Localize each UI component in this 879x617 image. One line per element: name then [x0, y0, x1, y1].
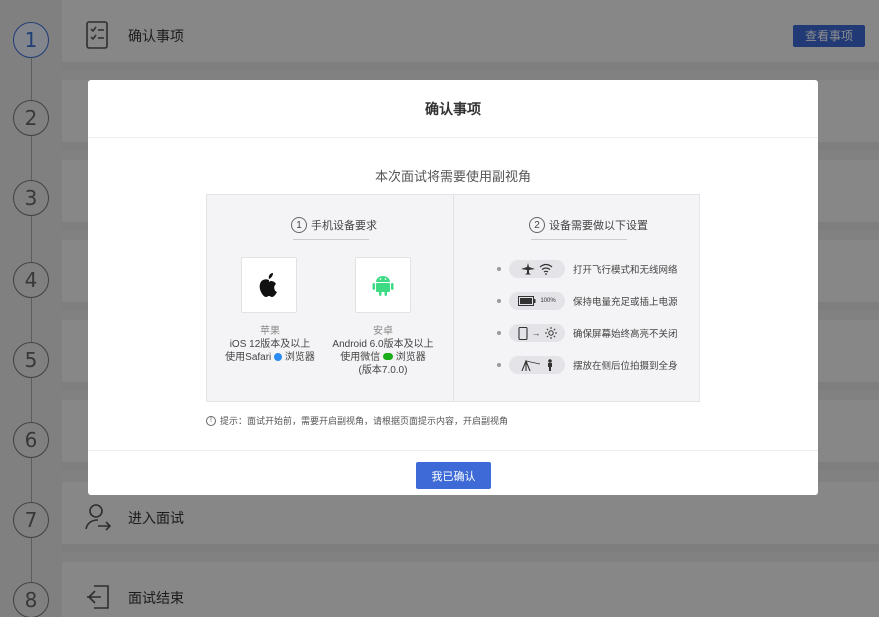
device-settings-title: 2 设备需要做以下设置 — [529, 217, 648, 233]
modal-subtitle: 本次面试将需要使用副视角 — [374, 169, 531, 184]
android-browser-prefix: 使用微信 — [340, 352, 381, 363]
airplane-icon — [521, 263, 535, 275]
setting-airplane-wifi-text: 打开飞行模式和无线网络 — [573, 265, 678, 276]
info-icon: ! — [206, 415, 216, 426]
confirm-button[interactable]: 我已确认 — [416, 462, 491, 489]
wifi-icon — [539, 263, 553, 275]
apple-card — [241, 257, 297, 313]
person-icon — [548, 359, 552, 371]
airplane-wifi-pill — [509, 260, 565, 278]
tip: ! 提示：面试开始前，需要开启副视角，请根据页面提示内容，开启副视角 — [206, 414, 508, 427]
setting-screen: → 确保屏幕始终高亮不关闭 — [497, 323, 678, 343]
requirements-panel: 1 手机设备要求 苹果 iOS 12版本及以上 使用Safari 浏览器 安卓 … — [206, 194, 700, 402]
wechat-icon — [383, 353, 393, 360]
bullet — [497, 267, 501, 271]
apple-requirements: 苹果 iOS 12版本及以上 使用Safari 浏览器 — [215, 325, 325, 364]
number-badge-2: 2 — [529, 217, 545, 233]
modal-footer: 我已确认 — [88, 450, 818, 495]
arrow-icon: → — [531, 328, 541, 338]
android-icon — [372, 276, 394, 296]
setting-battery: 100% 保持电量充足或插上电源 — [497, 291, 678, 311]
safari-icon — [274, 353, 283, 361]
sun-icon — [544, 327, 557, 339]
android-card — [355, 257, 411, 313]
title-underline — [531, 239, 627, 240]
android-name: 安卓 — [373, 326, 393, 337]
setting-position-text: 摆放在侧后位拍摄到全身 — [573, 361, 678, 372]
apple-name: 苹果 — [260, 326, 280, 337]
android-browser-suffix: 浏览器 — [395, 352, 426, 363]
bullet — [497, 363, 501, 367]
setting-battery-text: 保持电量充足或插上电源 — [573, 297, 678, 308]
apple-browser-prefix: 使用Safari — [225, 352, 272, 363]
device-requirements-title: 1 手机设备要求 — [291, 217, 377, 233]
position-pill — [509, 356, 565, 374]
apple-browser-suffix: 浏览器 — [284, 352, 315, 363]
tip-text: 提示：面试开始前，需要开启副视角，请根据页面提示内容，开启副视角 — [220, 416, 509, 426]
screen-pill: → — [509, 324, 565, 342]
android-wechat-version: (版本7.0.0) — [358, 365, 408, 376]
battery-percent: 100% — [540, 298, 556, 304]
android-requirements: 安卓 Android 6.0版本及以上 使用微信 浏览器 (版本7.0.0) — [313, 325, 453, 377]
setting-airplane-wifi: 打开飞行模式和无线网络 — [497, 259, 678, 279]
title-underline — [293, 239, 369, 240]
bullet — [497, 299, 501, 303]
confirm-modal: 确认事项 本次面试将需要使用副视角 1 手机设备要求 苹果 iOS 12版本及以… — [88, 80, 818, 495]
setting-position: 摆放在侧后位拍摄到全身 — [497, 355, 678, 375]
apple-version: iOS 12版本及以上 — [229, 339, 311, 350]
modal-title: 确认事项 — [88, 80, 818, 138]
panel-divider — [453, 195, 454, 401]
number-badge-1: 1 — [291, 217, 307, 233]
device-settings-label: 设备需要做以下设置 — [549, 220, 648, 232]
android-browser: 使用微信 浏览器 — [313, 351, 453, 364]
apple-icon — [259, 273, 277, 297]
phone-icon — [517, 326, 528, 340]
tripod-icon — [521, 359, 541, 371]
setting-screen-text: 确保屏幕始终高亮不关闭 — [573, 329, 678, 340]
bullet — [497, 331, 501, 335]
android-version: Android 6.0版本及以上 — [332, 339, 434, 350]
apple-browser: 使用Safari 浏览器 — [215, 351, 325, 364]
device-requirements-label: 手机设备要求 — [311, 220, 377, 232]
battery-pill: 100% — [509, 292, 565, 310]
battery-icon — [518, 296, 536, 306]
